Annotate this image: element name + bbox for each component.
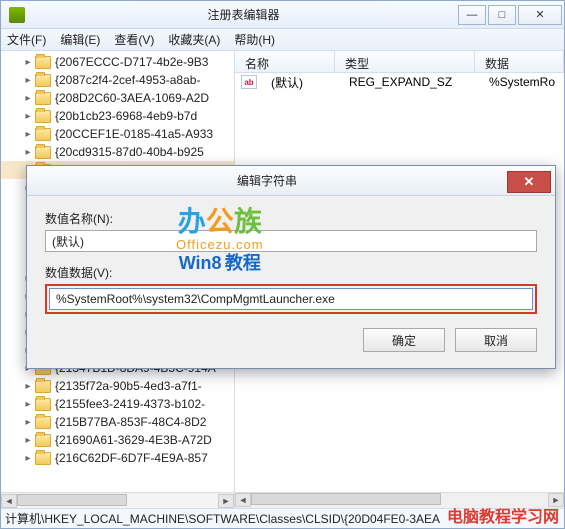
cancel-button[interactable]: 取消: [455, 328, 537, 352]
tree-item-label: {215B77BA-853F-48C4-8D2: [55, 415, 206, 429]
folder-icon: [35, 74, 51, 87]
tree-item-label: {2087c2f4-2cef-4953-a8ab-: [55, 73, 200, 87]
scroll-right-icon[interactable]: ►: [218, 494, 234, 508]
folder-icon: [35, 398, 51, 411]
chevron-right-icon[interactable]: ▸: [23, 75, 33, 86]
tree-item-label: {2067ECCC-D717-4b2e-9B3: [55, 55, 208, 69]
tree-item-label: {216C62DF-6D7F-4E9A-857: [55, 451, 208, 465]
titlebar[interactable]: 注册表编辑器 — □ ✕: [1, 1, 564, 29]
folder-icon: [35, 128, 51, 141]
scroll-right-icon[interactable]: ►: [548, 493, 564, 507]
cell-name: (默认): [261, 74, 339, 91]
tree-item[interactable]: ▸ {20b1cb23-6968-4eb9-b7d: [1, 107, 234, 125]
cell-data: %SystemRo: [479, 75, 564, 89]
menu-favorites[interactable]: 收藏夹(A): [168, 31, 220, 48]
folder-icon: [35, 452, 51, 465]
tree-item[interactable]: ▸ {2155fee3-2419-4373-b102-: [1, 395, 234, 413]
tree-item-label: {20b1cb23-6968-4eb9-b7d: [55, 109, 197, 123]
folder-icon: [35, 416, 51, 429]
tree-h-scrollbar[interactable]: ◄ ►: [1, 492, 234, 508]
app-icon: [9, 7, 25, 23]
value-data-label: 数值数据(V):: [45, 264, 537, 281]
tree-item[interactable]: ▸ {216C62DF-6D7F-4E9A-857: [1, 449, 234, 467]
tree-item[interactable]: ▸ {2135f72a-90b5-4ed3-a7f1-: [1, 377, 234, 395]
scroll-thumb[interactable]: [251, 493, 441, 505]
tree-item[interactable]: ▸ {21690A61-3629-4E3B-A72D: [1, 431, 234, 449]
value-name-label: 数值名称(N):: [45, 210, 537, 227]
edit-string-dialog: 编辑字符串 ✕ 数值名称(N): 数值数据(V): 确定 取消: [26, 165, 556, 369]
menubar: 文件(F) 编辑(E) 查看(V) 收藏夹(A) 帮助(H): [1, 29, 564, 51]
chevron-right-icon[interactable]: ▸: [23, 453, 33, 464]
minimize-button[interactable]: —: [458, 5, 486, 25]
menu-view[interactable]: 查看(V): [114, 31, 154, 48]
value-data-input[interactable]: [49, 288, 533, 310]
col-type[interactable]: 类型: [335, 51, 475, 72]
folder-icon: [35, 56, 51, 69]
tree-item-label: {21690A61-3629-4E3B-A72D: [55, 433, 212, 447]
list-row[interactable]: ab (默认) REG_EXPAND_SZ %SystemRo: [235, 73, 564, 91]
menu-file[interactable]: 文件(F): [7, 31, 46, 48]
value-data-highlight: [45, 284, 537, 314]
scroll-left-icon[interactable]: ◄: [235, 493, 251, 507]
tree-item-label: {20CCEF1E-0185-41a5-A933: [55, 127, 213, 141]
tree-item[interactable]: ▸ {2087c2f4-2cef-4953-a8ab-: [1, 71, 234, 89]
maximize-button[interactable]: □: [488, 5, 516, 25]
chevron-right-icon[interactable]: ▸: [23, 111, 33, 122]
tree-item[interactable]: ▸ {208D2C60-3AEA-1069-A2D: [1, 89, 234, 107]
tree-item-label: {208D2C60-3AEA-1069-A2D: [55, 91, 209, 105]
col-name[interactable]: 名称: [235, 51, 335, 72]
menu-help[interactable]: 帮助(H): [234, 31, 275, 48]
tree-item-label: {20cd9315-87d0-40b4-b925: [55, 145, 204, 159]
folder-icon: [35, 380, 51, 393]
list-h-scrollbar[interactable]: ◄ ►: [235, 492, 564, 508]
tree-item-label: {2155fee3-2419-4373-b102-: [55, 397, 205, 411]
close-button[interactable]: ✕: [518, 5, 562, 25]
folder-icon: [35, 110, 51, 123]
chevron-right-icon[interactable]: ▸: [23, 129, 33, 140]
chevron-right-icon[interactable]: ▸: [23, 57, 33, 68]
chevron-right-icon[interactable]: ▸: [23, 381, 33, 392]
tree-item[interactable]: ▸ {20CCEF1E-0185-41a5-A933: [1, 125, 234, 143]
cell-type: REG_EXPAND_SZ: [339, 75, 479, 89]
scroll-thumb[interactable]: [17, 494, 127, 506]
scroll-left-icon[interactable]: ◄: [1, 494, 17, 508]
menu-edit[interactable]: 编辑(E): [60, 31, 100, 48]
folder-icon: [35, 146, 51, 159]
list-header: 名称 类型 数据: [235, 51, 564, 73]
window-title: 注册表编辑器: [31, 6, 456, 23]
tree-item[interactable]: ▸ {215B77BA-853F-48C4-8D2: [1, 413, 234, 431]
string-value-icon: ab: [241, 75, 257, 89]
chevron-right-icon[interactable]: ▸: [23, 399, 33, 410]
dialog-titlebar[interactable]: 编辑字符串 ✕: [27, 166, 555, 196]
statusbar: 计算机\HKEY_LOCAL_MACHINE\SOFTWARE\Classes\…: [1, 508, 564, 528]
chevron-right-icon[interactable]: ▸: [23, 93, 33, 104]
folder-icon: [35, 434, 51, 447]
folder-icon: [35, 92, 51, 105]
ok-button[interactable]: 确定: [363, 328, 445, 352]
tree-item-label: {2135f72a-90b5-4ed3-a7f1-: [55, 379, 202, 393]
col-data[interactable]: 数据: [475, 51, 564, 72]
value-name-input[interactable]: [45, 230, 537, 252]
dialog-title: 编辑字符串: [27, 172, 507, 189]
chevron-right-icon[interactable]: ▸: [23, 147, 33, 158]
chevron-right-icon[interactable]: ▸: [23, 435, 33, 446]
dialog-close-button[interactable]: ✕: [507, 171, 551, 193]
chevron-right-icon[interactable]: ▸: [23, 417, 33, 428]
status-path: 计算机\HKEY_LOCAL_MACHINE\SOFTWARE\Classes\…: [5, 510, 440, 527]
tree-item[interactable]: ▸ {2067ECCC-D717-4b2e-9B3: [1, 53, 234, 71]
tree-item[interactable]: ▸ {20cd9315-87d0-40b4-b925: [1, 143, 234, 161]
